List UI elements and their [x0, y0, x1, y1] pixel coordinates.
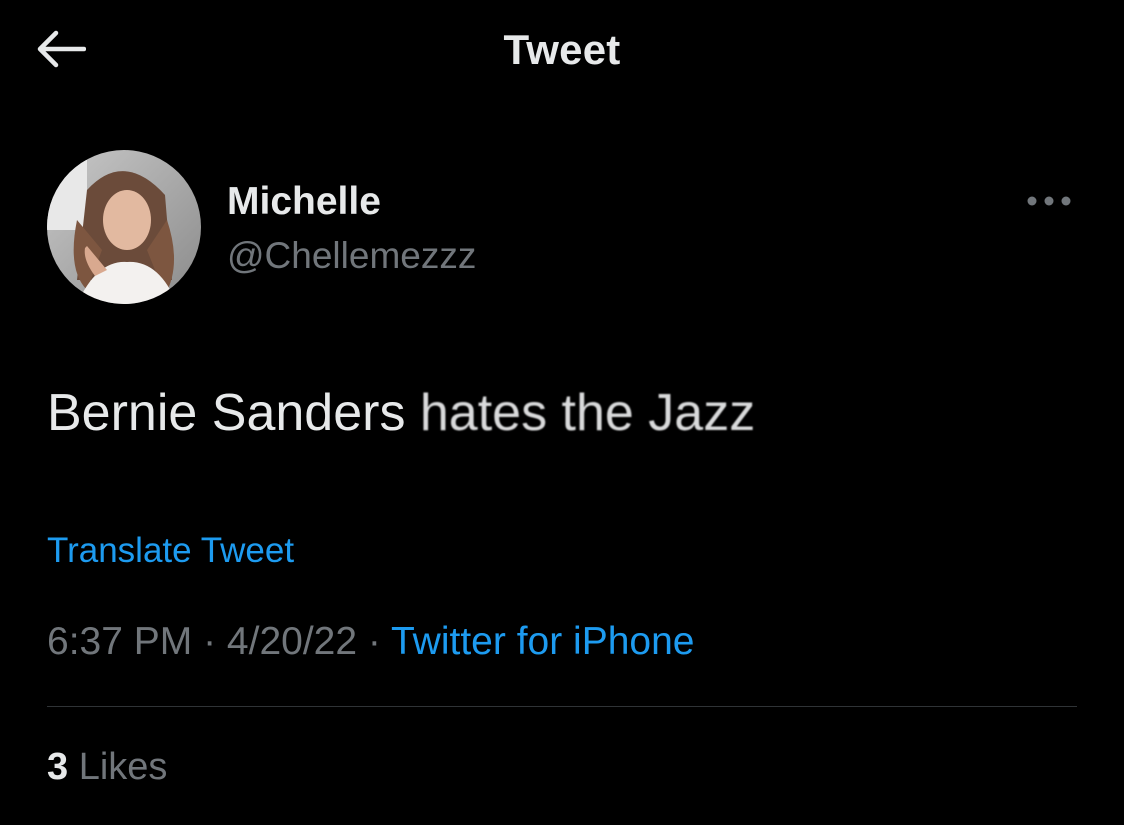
page-title: Tweet: [503, 26, 621, 73]
metadata-separator: ·: [192, 620, 227, 663]
tweet-time: 6:37 PM: [47, 620, 193, 663]
likes-stat[interactable]: 3 Likes: [47, 746, 167, 789]
author-handle[interactable]: @Chellemezzz: [227, 235, 476, 277]
profile-photo: [47, 150, 201, 304]
top-bar: Tweet: [0, 0, 1124, 100]
avatar[interactable]: [47, 150, 201, 304]
tweet-text-part1: Bernie Sanders: [47, 384, 420, 442]
divider: [47, 706, 1077, 707]
translate-tweet-link[interactable]: Translate Tweet: [47, 531, 294, 571]
author-display-name[interactable]: Michelle: [227, 180, 381, 224]
more-options-button[interactable]: [1022, 186, 1076, 216]
tweet-date: 4/20/22: [226, 620, 358, 663]
tweet-metadata: 6:37 PM · 4/20/22 · Twitter for iPhone: [47, 620, 694, 664]
likes-count: 3: [47, 746, 69, 788]
metadata-separator-2: ·: [357, 620, 392, 663]
tweet-text: Bernie Sanders hates the Jazz: [47, 383, 755, 443]
tweet-text-part2: hates the Jazz: [419, 384, 756, 442]
more-horizontal-icon: [1027, 196, 1071, 206]
tweet-source-link[interactable]: Twitter for iPhone: [391, 620, 694, 663]
likes-label: Likes: [68, 746, 168, 788]
